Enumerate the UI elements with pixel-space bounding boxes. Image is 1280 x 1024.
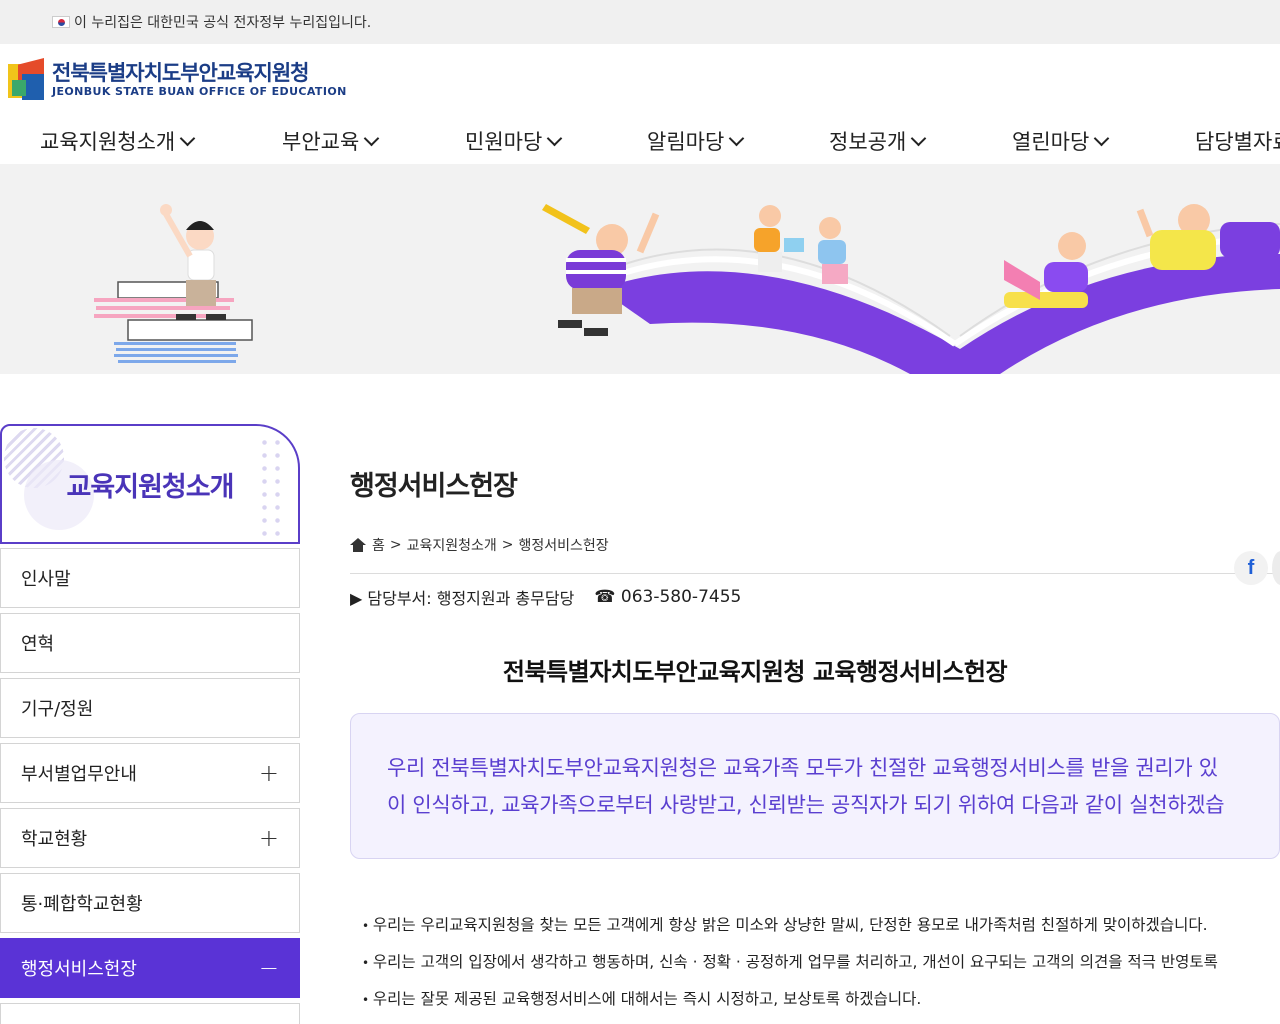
chevron-down-icon: [547, 130, 563, 147]
breadcrumb-level1[interactable]: 교육지원청소개: [407, 535, 497, 555]
charter-bullet: 우리는 고객의 입장에서 생각하고 행동하며, 신속 · 정확 · 공정하게 업…: [362, 944, 1280, 981]
gov-notice-text: 이 누리집은 대한민국 공식 전자정부 누리집입니다.: [74, 15, 372, 31]
breadcrumb: 홈 > 교육지원청소개 > 행정서비스헌장: [350, 535, 1280, 555]
breadcrumb-level2[interactable]: 행정서비스헌장: [519, 535, 609, 555]
gnb-label: 교육지원청소개: [40, 130, 176, 154]
charter-bullet-list: 우리는 우리교육지원청을 찾는 모든 고객에게 항상 밝은 미소와 상냥한 말씨…: [350, 907, 1280, 1018]
lnb-item-label: 학교현황: [21, 829, 88, 850]
lnb-item-greeting[interactable]: 인사말: [0, 548, 300, 608]
chevron-down-icon: [364, 130, 380, 147]
chevron-down-icon: [729, 130, 745, 147]
child-laptop-illustration: [1004, 232, 1088, 308]
lnb-item-history[interactable]: 연혁: [0, 613, 300, 673]
gnb-item-open[interactable]: 열린마당: [1012, 126, 1110, 156]
logo-mark-icon: [8, 58, 46, 100]
charter-bullet: 우리는 우리교육지원청을 찾는 모든 고객에게 항상 밝은 미소와 상냥한 말씨…: [362, 907, 1280, 944]
gnb-item-data[interactable]: 담당별자료: [1195, 126, 1280, 156]
gnb-label: 알림마당: [647, 130, 725, 154]
gnb-label: 열린마당: [1012, 130, 1090, 154]
lnb-item-label: 기구/정원: [21, 699, 94, 720]
book-stack-illustration: [94, 281, 253, 363]
lnb-item-dept-tasks[interactable]: 부서별업무안내 +: [0, 743, 300, 803]
gnb-label: 담당별자료: [1195, 130, 1280, 154]
gnb-item-intro[interactable]: 교육지원청소개: [40, 126, 196, 156]
lnb-item-label: 연혁: [21, 634, 55, 655]
divider: [350, 573, 1280, 574]
gnb-item-civil[interactable]: 민원마당: [465, 126, 563, 156]
plus-icon[interactable]: +: [259, 759, 279, 787]
lnb-item-merged-schools[interactable]: 통·폐합학교현황: [0, 873, 300, 933]
gnb-label: 정보공개: [829, 130, 907, 154]
charter-pledge-box: 우리 전북특별자치도부안교육지원청은 교육가족 모두가 친절한 교육행정서비스를…: [350, 713, 1280, 859]
department-label: ▶ 담당부서: 행정지원과 총무담당: [350, 589, 575, 608]
lnb-item-label: 부서별업무안내: [21, 764, 137, 785]
breadcrumb-separator: >: [501, 537, 514, 553]
lnb-item-label: 통·폐합학교현황: [21, 894, 143, 915]
pledge-line: 우리 전북특별자치도부안교육지원청은 교육가족 모두가 친절한 교육행정서비스를…: [387, 756, 1218, 780]
lnb-item-schools[interactable]: 학교현황 +: [0, 808, 300, 868]
lnb-item-organization[interactable]: 기구/정원: [0, 678, 300, 738]
lnb-item-next[interactable]: [0, 1003, 300, 1024]
chevron-down-icon: [1094, 130, 1110, 147]
gnb-item-notice[interactable]: 알림마당: [647, 126, 745, 156]
department-phone: ☎ 063-580-7455: [594, 587, 742, 607]
breadcrumb-home[interactable]: 홈: [372, 535, 385, 555]
minus-icon[interactable]: −: [259, 954, 279, 982]
home-icon[interactable]: [350, 538, 366, 552]
main-content: 행정서비스헌장 홈 > 교육지원청소개 > 행정서비스헌장 f ▶ 담당부서: …: [350, 424, 1280, 1018]
main-navigation: 교육지원청소개 부안교육 민원마당 알림마당 정보공개 열린마당 담당별자료: [0, 116, 1280, 164]
lnb-title: 교육지원청소개: [66, 471, 235, 503]
lnb-menu: 인사말 연혁 기구/정원 부서별업무안내 + 학교현황 + 통·폐합학교현황 행…: [0, 548, 300, 1024]
chevron-down-icon: [179, 130, 196, 147]
content-container: 교육지원청소개 인사말 연혁 기구/정원 부서별업무안내 + 학교현황 + 통·…: [0, 374, 1280, 1024]
left-navigation: 교육지원청소개 인사말 연혁 기구/정원 부서별업무안내 + 학교현황 + 통·…: [0, 424, 300, 1024]
page-title: 행정서비스헌장: [350, 471, 518, 502]
korea-flag-icon: [52, 16, 70, 28]
logo-name-en: JEONBUK STATE BUAN OFFICE OF EDUCATION: [52, 84, 347, 98]
lnb-item-label: 인사말: [21, 569, 71, 590]
gnb-item-buan-edu[interactable]: 부안교육: [282, 126, 380, 156]
plus-icon[interactable]: +: [259, 824, 279, 852]
sub-visual-banner: [0, 164, 1280, 374]
breadcrumb-separator: >: [389, 537, 402, 553]
facebook-share-icon[interactable]: f: [1234, 551, 1268, 585]
site-header: 전북특별자치도부안교육지원청 JEONBUK STATE BUAN OFFICE…: [0, 44, 1280, 116]
pledge-line: 이 인식하고, 교육가족으로부터 사랑받고, 신뢰받는 공직자가 되기 위하여 …: [387, 793, 1225, 817]
gnb-label: 부안교육: [282, 130, 360, 154]
department-info: ▶ 담당부서: 행정지원과 총무담당 ☎ 063-580-7455: [350, 586, 1280, 608]
banner-illustration: [94, 204, 1280, 374]
decorative-dots: [258, 436, 284, 536]
gnb-label: 민원마당: [465, 130, 543, 154]
chevron-down-icon: [911, 130, 927, 147]
charter-bullet: 우리는 잘못 제공된 교육행정서비스에 대해서는 즉시 시정하고, 보상토록 하…: [362, 981, 1280, 1018]
site-logo[interactable]: 전북특별자치도부안교육지원청 JEONBUK STATE BUAN OFFICE…: [8, 58, 347, 100]
lnb-item-service-charter[interactable]: 행정서비스헌장 −: [0, 938, 300, 998]
gov-notice-bar: 이 누리집은 대한민국 공식 전자정부 누리집입니다.: [0, 0, 1280, 44]
charter-title: 전북특별자치도부안교육지원청 교육행정서비스헌장: [502, 658, 1008, 686]
lnb-title-box: 교육지원청소개: [0, 424, 300, 544]
lnb-item-label: 행정서비스헌장: [21, 959, 137, 980]
logo-name-kr: 전북특별자치도부안교육지원청: [52, 60, 309, 85]
share-button-partial[interactable]: [1272, 551, 1280, 585]
gnb-item-info[interactable]: 정보공개: [829, 126, 927, 156]
child-left-illustration: [160, 204, 226, 320]
